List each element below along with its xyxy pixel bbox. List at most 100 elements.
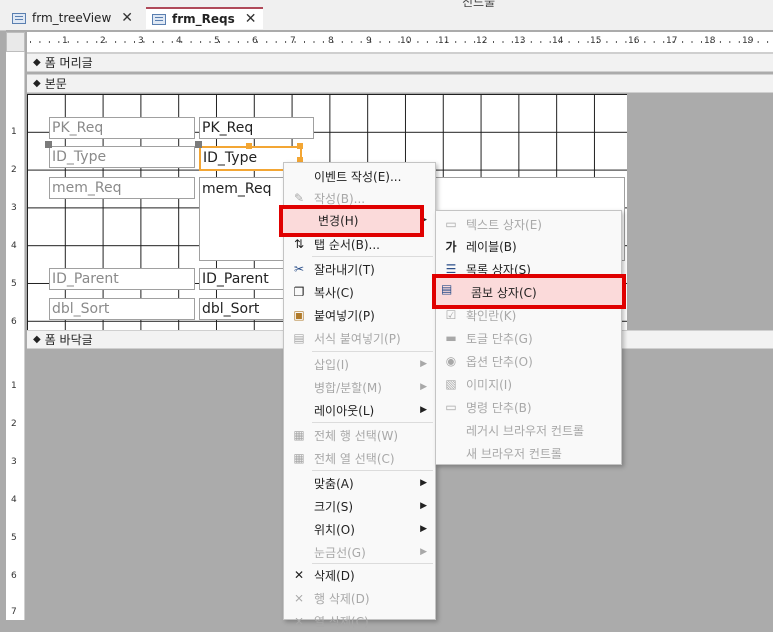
section-label: 폼 바닥글 (44, 333, 93, 347)
tab-label: frm_Reqs (172, 12, 235, 26)
label-id-parent[interactable]: ID_Parent (49, 268, 195, 290)
menu-item-cut[interactable]: ✂ 잘라내기(T) (284, 258, 435, 280)
ruler-number: 7 (11, 607, 17, 617)
menu-item-change-label[interactable]: 변경(H) (318, 212, 358, 229)
menu-item-paste[interactable]: ▣ 붙여넣기(P) (284, 304, 435, 326)
ruler-number: 1 (11, 127, 17, 137)
ruler-number: 8 (328, 36, 334, 46)
section-detail-band[interactable]: ◆ 본문 (27, 74, 773, 93)
ruler-tick (171, 41, 173, 43)
ruler-number: 3 (11, 203, 17, 213)
menu-separator (312, 422, 433, 423)
menu-item-delete-row[interactable]: ⨯ 행 삭제(D) (284, 587, 435, 609)
checkbox-icon: ☑ (445, 308, 457, 322)
ruler-tick (644, 41, 646, 43)
ruler-tick (389, 41, 391, 43)
menu-item-select-row[interactable]: ▦ 전체 행 선택(W) (284, 424, 435, 446)
close-icon[interactable]: ✕ (121, 10, 133, 26)
field-pk-req[interactable]: PK_Req (199, 117, 314, 139)
ruler-tick (493, 41, 494, 43)
ruler-number: 16 (628, 36, 640, 46)
ruler-tick (464, 41, 466, 43)
ruler-tick (653, 41, 655, 43)
ruler-tick (247, 41, 249, 43)
ruler-number: 5 (11, 533, 17, 543)
resize-handle[interactable] (246, 143, 252, 149)
ruler-number: 10 (400, 36, 412, 46)
menu-separator (312, 351, 433, 352)
menu-item-merge-split[interactable]: 병합/분할(M) ▶ (284, 376, 435, 398)
ruler-number: 19 (742, 36, 754, 46)
menu-item-layout[interactable]: 레이아웃(L) ▶ (284, 399, 435, 421)
format-painter-icon: ▤ (293, 331, 305, 345)
label-icon: 가 (445, 239, 457, 254)
ruler-tick (77, 41, 79, 43)
ruler-tick (587, 41, 589, 43)
menu-item-position[interactable]: 위치(O) ▶ (284, 518, 435, 540)
ruler-number: 3 (138, 36, 144, 46)
ruler-tick (606, 41, 608, 43)
menu-separator (312, 256, 433, 257)
ruler-number: 14 (552, 36, 564, 46)
menu-item-copy[interactable]: ❐ 복사(C) (284, 281, 435, 303)
ruler-tick (578, 41, 580, 43)
ruler-tick (701, 41, 702, 43)
ruler-number: 12 (476, 36, 488, 46)
ruler-tick (124, 41, 126, 43)
menu-item-build-event[interactable]: 이벤트 작성(E)... (284, 165, 435, 187)
close-icon[interactable]: ✕ (245, 11, 257, 27)
menu-item-select-column[interactable]: ▦ 전체 열 선택(C) (284, 447, 435, 469)
ruler-tick (426, 41, 428, 43)
tab-frm-treeview[interactable]: frm_treeView ✕ (12, 8, 133, 28)
button-icon: ▭ (445, 400, 457, 414)
submenu-item-legacy-browser[interactable]: 레거시 브라우저 컨트롤 (436, 419, 621, 441)
submenu-arrow-icon: ▶ (420, 524, 427, 534)
form-selector[interactable] (6, 32, 25, 52)
submenu-item-label[interactable]: 가 레이블(B) (436, 235, 621, 257)
ruler-tick (615, 41, 617, 43)
menu-item-paste-format[interactable]: ▤ 서식 붙여넣기(P) (284, 327, 435, 349)
menu-item-align[interactable]: 맞춤(A) ▶ (284, 472, 435, 494)
label-mem-req[interactable]: mem_Req (49, 177, 195, 199)
menu-item-delete-column[interactable]: ⨯ 열 삭제(C) (284, 610, 435, 632)
submenu-item-command[interactable]: ▭ 명령 단추(B) (436, 396, 621, 418)
submenu-item-combobox-label[interactable]: 콤보 상자(C) (471, 284, 537, 301)
ruler-tick (152, 41, 154, 43)
ruler-number: 3 (11, 457, 17, 467)
ruler-number: 7 (290, 36, 296, 46)
ruler-number: 13 (514, 36, 526, 46)
move-handle[interactable] (45, 141, 52, 148)
ruler-number: 1 (62, 36, 68, 46)
menu-item-size[interactable]: 크기(S) ▶ (284, 495, 435, 517)
ruler-number: 2 (11, 165, 17, 175)
ruler-tick (540, 41, 542, 43)
section-arrow-icon: ◆ (33, 57, 41, 68)
menu-item-delete[interactable]: ✕ 삭제(D) (284, 564, 435, 586)
menu-item-gridlines[interactable]: 눈금선(G) ▶ (284, 541, 435, 563)
label-dbl-sort[interactable]: dbl_Sort (49, 298, 195, 320)
image-icon: ▧ (445, 377, 457, 391)
ruler-tick (738, 41, 740, 43)
label-pk-req[interactable]: PK_Req (49, 117, 195, 139)
section-header-band[interactable]: ◆ 폼 머리글 (27, 53, 773, 72)
menu-item-insert[interactable]: 삽입(I) ▶ (284, 353, 435, 375)
label-id-type[interactable]: ID_Type (49, 146, 195, 168)
toggle-icon: ▬ (445, 331, 457, 345)
tab-frm-reqs[interactable]: frm_Reqs ✕ (146, 7, 263, 29)
submenu-item-toggle[interactable]: ▬ 토글 단추(G) (436, 327, 621, 349)
ruler-tick (275, 41, 277, 43)
move-handle[interactable] (195, 141, 202, 148)
submenu-item-textbox[interactable]: ▭ 텍스트 상자(E) (436, 213, 621, 235)
resize-handle[interactable] (297, 143, 303, 149)
wand-icon: ✎ (293, 191, 305, 205)
ruler-number: 4 (176, 36, 182, 46)
ruler-tick (767, 41, 769, 43)
submenu-item-new-browser[interactable]: 새 브라우저 컨트롤 (436, 442, 621, 464)
submenu-item-image[interactable]: ▧ 이미지(I) (436, 373, 621, 395)
ruler-tick (341, 41, 343, 43)
ruler-tick (190, 41, 192, 43)
submenu-item-option[interactable]: ◉ 옵션 단추(O) (436, 350, 621, 372)
ruler-number: 9 (366, 36, 372, 46)
ruler-tick (455, 41, 457, 43)
change-submenu: ▭ 텍스트 상자(E) 가 레이블(B) ☰ 목록 상자(S) ▤ 콤보 상자(… (435, 210, 622, 465)
